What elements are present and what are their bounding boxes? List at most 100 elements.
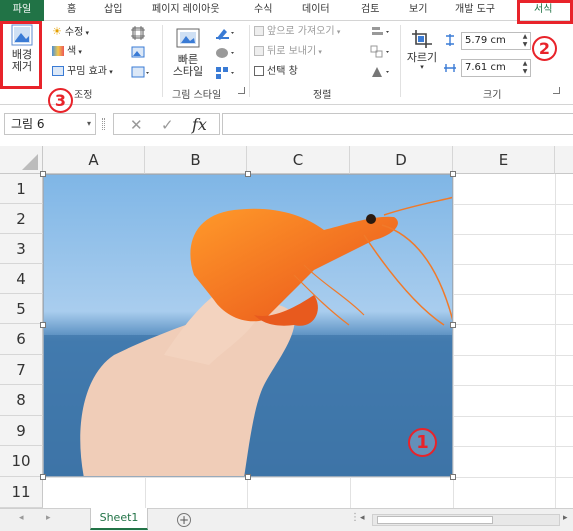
size-launcher-icon[interactable] (553, 87, 560, 94)
sheet-tab-sheet1[interactable]: Sheet1 (90, 508, 148, 530)
color-palette-icon (52, 46, 64, 56)
sun-icon: ☀ (52, 25, 62, 38)
corrections-button[interactable]: ☀ 수정 ▾ (52, 24, 89, 40)
name-box-value: 그림 6 (11, 117, 45, 131)
height-icon (443, 33, 457, 50)
name-box-dropdown-icon[interactable]: ▾ (87, 114, 91, 134)
artistic-effects-button[interactable]: 꾸밈 효과 ▾ (52, 64, 113, 80)
column-header-f[interactable] (555, 146, 573, 174)
row-header-7[interactable]: 7 (0, 355, 43, 385)
tab-view[interactable]: 보기 (409, 0, 427, 21)
resize-handle[interactable] (40, 171, 46, 177)
resize-handle[interactable] (450, 322, 456, 328)
insert-function-button[interactable]: fx (192, 115, 207, 134)
gridline (555, 174, 556, 508)
resize-handle[interactable] (450, 474, 456, 480)
resize-handle[interactable] (245, 171, 251, 177)
color-button[interactable]: 색 ▾ (52, 44, 82, 60)
send-backward-icon (254, 46, 264, 56)
change-picture-icon[interactable] (131, 46, 147, 63)
tab-page-layout[interactable]: 페이지 레이아웃 (152, 0, 220, 21)
width-spinner-icon[interactable]: ▲ ▼ (521, 60, 529, 76)
width-icon (443, 61, 457, 78)
column-header-a[interactable]: A (43, 146, 145, 174)
column-header-d[interactable]: D (350, 146, 453, 174)
quick-styles-icon (176, 28, 200, 48)
rotate-icon[interactable] (370, 65, 392, 82)
size-group-label: 크기 (483, 90, 502, 101)
row-header-5[interactable]: 5 (0, 294, 43, 324)
picture-layout-icon[interactable] (215, 66, 237, 83)
bring-forward-label: 앞으로 가져오기 (267, 26, 335, 37)
tab-home[interactable]: 홈 (67, 0, 76, 21)
shrimp-picture[interactable] (43, 174, 453, 477)
horizontal-scrollbar[interactable] (372, 514, 560, 526)
tab-developer[interactable]: 개발 도구 (455, 0, 495, 21)
send-backward-button[interactable]: 뒤로 보내기 ▾ (254, 44, 322, 60)
bring-forward-button[interactable]: 앞으로 가져오기 ▾ (254, 24, 340, 40)
compress-pictures-icon[interactable] (131, 26, 145, 43)
name-box[interactable]: 그림 6 ▾ (4, 113, 96, 135)
scrollbar-thumb[interactable] (377, 516, 493, 524)
excel-window: 파일 홈 삽입 페이지 레이아웃 수식 데이터 검토 보기 개발 도구 서식 배… (0, 0, 573, 531)
shape-height-value: 5.79 cm (465, 35, 506, 46)
add-sheet-icon[interactable]: + (177, 513, 191, 527)
gridline (43, 477, 573, 478)
step-badge-3: 3 (48, 88, 73, 113)
sheet-tab-bar: ◂ ▸ Sheet1 + ⋮ ◂ ▸ (0, 508, 573, 531)
picture-styles-group-label: 그림 스타일 (172, 90, 222, 101)
row-header-6[interactable]: 6 (0, 324, 43, 355)
row-header-10[interactable]: 10 (0, 446, 43, 477)
resize-handle[interactable] (245, 474, 251, 480)
tab-review[interactable]: 검토 (361, 0, 379, 21)
crop-button[interactable]: 자르기 ▾ (406, 29, 438, 71)
row-header-3[interactable]: 3 (0, 234, 43, 264)
artistic-effects-icon (52, 66, 64, 76)
picture-border-icon[interactable] (215, 26, 237, 43)
scroll-left-icon[interactable]: ◂ (360, 513, 365, 523)
formula-bar-grip-icon[interactable] (102, 118, 105, 130)
resize-handle[interactable] (450, 171, 456, 177)
row-header-2[interactable]: 2 (0, 204, 43, 234)
row-header-4[interactable]: 4 (0, 264, 43, 294)
row-header-8[interactable]: 8 (0, 385, 43, 416)
selection-pane-button[interactable]: 선택 창 (254, 64, 298, 80)
scroll-right-icon[interactable]: ▸ (563, 513, 568, 523)
shape-height-input[interactable]: 5.79 cm ▲ ▼ (461, 32, 531, 50)
resize-handle[interactable] (40, 322, 46, 328)
group-objects-icon[interactable] (370, 45, 392, 62)
step-badge-1: 1 (408, 428, 437, 457)
crop-icon (412, 30, 432, 48)
row-header-11[interactable]: 11 (0, 477, 43, 508)
row-header-9[interactable]: 9 (0, 416, 43, 446)
reset-picture-icon[interactable] (131, 66, 151, 83)
tab-formulas[interactable]: 수식 (254, 0, 272, 21)
enter-icon[interactable]: ✓ (161, 116, 174, 134)
height-spinner-icon[interactable]: ▲ ▼ (521, 33, 529, 49)
row-header-1[interactable]: 1 (0, 174, 43, 204)
resize-handle[interactable] (40, 474, 46, 480)
cancel-icon[interactable]: ✕ (130, 116, 143, 134)
formula-buttons: ✕ ✓ fx (113, 113, 220, 135)
picture-effects-icon[interactable] (215, 46, 237, 63)
column-header-c[interactable]: C (247, 146, 350, 174)
align-icon[interactable] (370, 25, 392, 42)
tab-insert[interactable]: 삽입 (104, 0, 122, 21)
column-header-e[interactable]: E (453, 146, 555, 174)
quick-styles-button[interactable]: 빠른 스타일 (168, 27, 208, 78)
artistic-effects-label: 꾸밈 효과 (67, 66, 107, 77)
select-all-button[interactable] (0, 146, 43, 174)
formula-input[interactable] (222, 113, 573, 135)
scroll-tabs-left-icon[interactable]: ◂ (19, 513, 24, 523)
tab-split-grip-icon[interactable]: ⋮ (350, 512, 360, 523)
send-backward-label: 뒤로 보내기 (267, 46, 317, 57)
adjust-group-label: 조정 (74, 90, 93, 101)
shape-width-input[interactable]: 7.61 cm ▲ ▼ (461, 59, 531, 77)
ribbon: 배경 제거 ☀ 수정 ▾ 색 ▾ 꾸밈 효과 ▾ 조정 빠른 스타일 그림 스타… (0, 21, 573, 105)
tab-file[interactable]: 파일 (0, 0, 44, 21)
separator (162, 25, 163, 97)
scroll-tabs-right-icon[interactable]: ▸ (46, 513, 51, 523)
tab-data[interactable]: 데이터 (302, 0, 330, 21)
picture-styles-launcher-icon[interactable] (238, 87, 245, 94)
column-header-b[interactable]: B (145, 146, 247, 174)
